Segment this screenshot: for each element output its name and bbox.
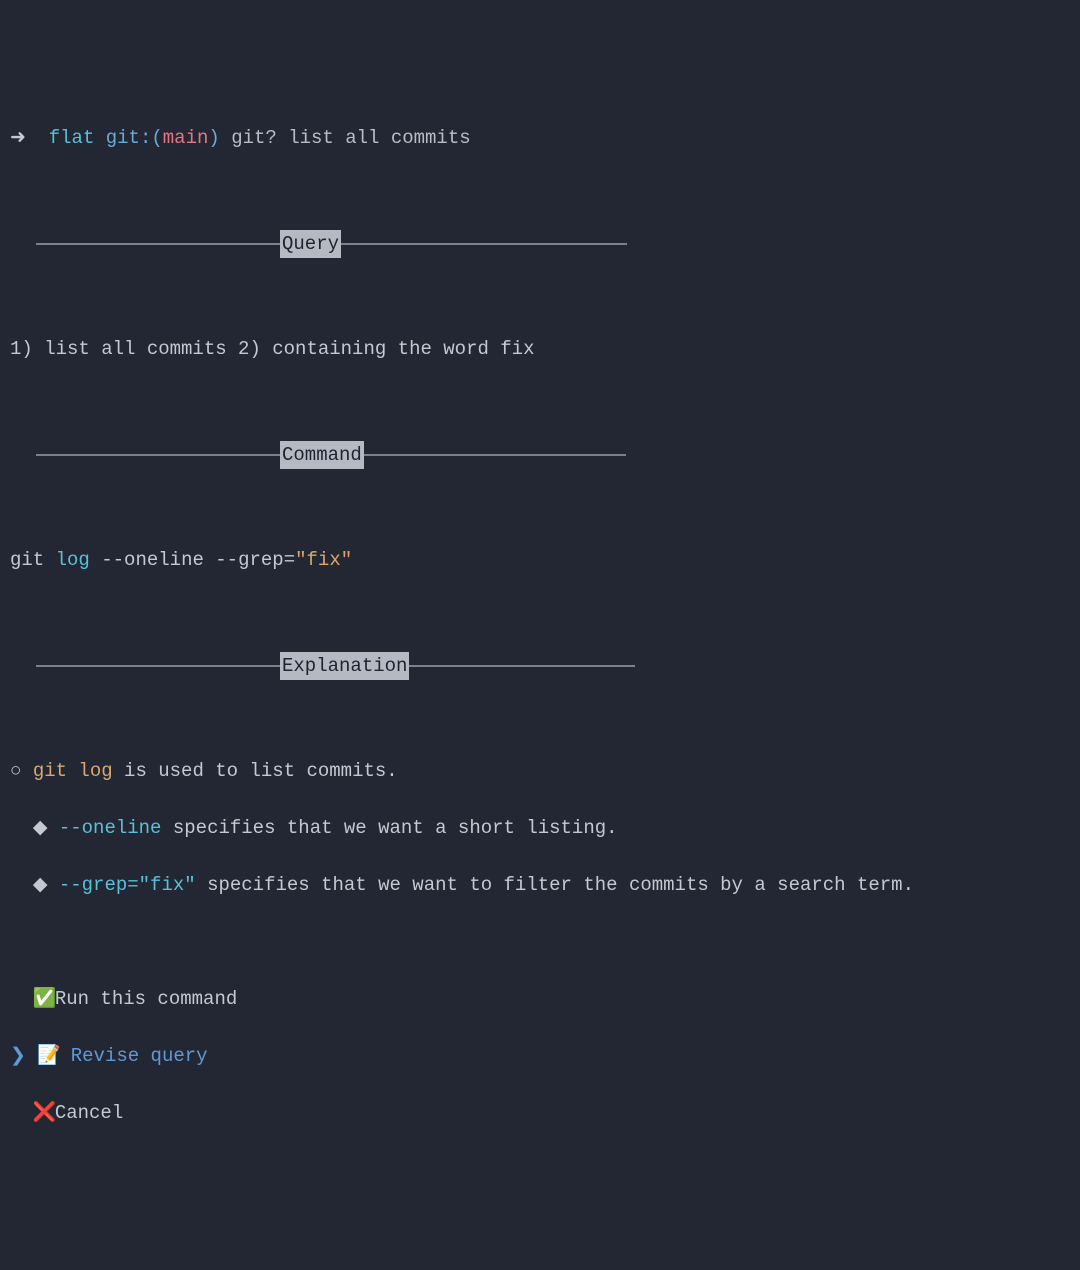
memo-icon: 📝 — [37, 1042, 59, 1071]
bullet-circle-icon: ○ — [10, 760, 21, 782]
divider-left — [36, 243, 280, 245]
divider-right — [341, 243, 627, 245]
blank-line — [10, 928, 1070, 957]
query-label: Query — [280, 230, 341, 259]
prompt-dir: flat — [49, 127, 95, 149]
query-section-header: Query — [36, 230, 1070, 259]
git-label: git: — [106, 127, 152, 149]
paren-close: ) — [208, 127, 219, 149]
explanation-line-2: ◆ --oneline specifies that we want a sho… — [10, 814, 1070, 843]
command-label: Command — [280, 441, 364, 470]
typed-command: git? list all commits — [231, 127, 470, 149]
command-section-header: Command — [36, 441, 1070, 470]
divider-right — [409, 665, 635, 667]
explanation-label: Explanation — [280, 652, 409, 681]
cursor-icon: ❯ — [10, 1045, 26, 1067]
divider-left — [36, 665, 280, 667]
explanation-line-3: ◆ --grep="fix" specifies that we want to… — [10, 871, 1070, 900]
divider-right — [364, 454, 626, 456]
menu-item-run[interactable]: ✅Run this command — [10, 985, 1070, 1014]
expl-flag: --grep="fix" — [59, 874, 196, 896]
menu-label: Revise query — [71, 1045, 208, 1067]
cmd-log: log — [56, 549, 90, 571]
expl-text: specifies that we want a short listing. — [161, 817, 617, 839]
expl-text: specifies that we want to filter the com… — [196, 874, 914, 896]
expl-flag: --oneline — [59, 817, 162, 839]
cross-icon: ❌ — [33, 1099, 55, 1128]
expl-text: is used to list commits. — [113, 760, 398, 782]
divider-left — [36, 454, 280, 456]
query-text: 1) list all commits 2) containing the wo… — [10, 335, 1070, 364]
menu-label: Run this command — [55, 988, 237, 1010]
cmd-grep-flag: --grep= — [215, 549, 295, 571]
arrow-icon: ➜ — [10, 127, 26, 149]
check-icon: ✅ — [33, 985, 55, 1014]
command-line: git log --oneline --grep="fix" — [10, 546, 1070, 575]
bullet-diamond-icon: ◆ — [33, 817, 48, 839]
paren-open: ( — [151, 127, 162, 149]
prompt-line[interactable]: ➜ flat git:(main) git? list all commits — [10, 124, 1070, 153]
git-branch: main — [163, 127, 209, 149]
explanation-section-header: Explanation — [36, 652, 1070, 681]
cmd-oneline: --oneline — [101, 549, 204, 571]
cmd-git: git — [10, 549, 44, 571]
menu-item-revise[interactable]: ❯ 📝 Revise query — [10, 1042, 1070, 1071]
explanation-line-1: ○ git log is used to list commits. — [10, 757, 1070, 786]
menu-label: Cancel — [55, 1102, 123, 1124]
cmd-grep-val: "fix" — [295, 549, 352, 571]
bullet-diamond-icon: ◆ — [33, 874, 48, 896]
expl-cmd: git log — [33, 760, 113, 782]
menu-item-cancel[interactable]: ❌Cancel — [10, 1099, 1070, 1128]
